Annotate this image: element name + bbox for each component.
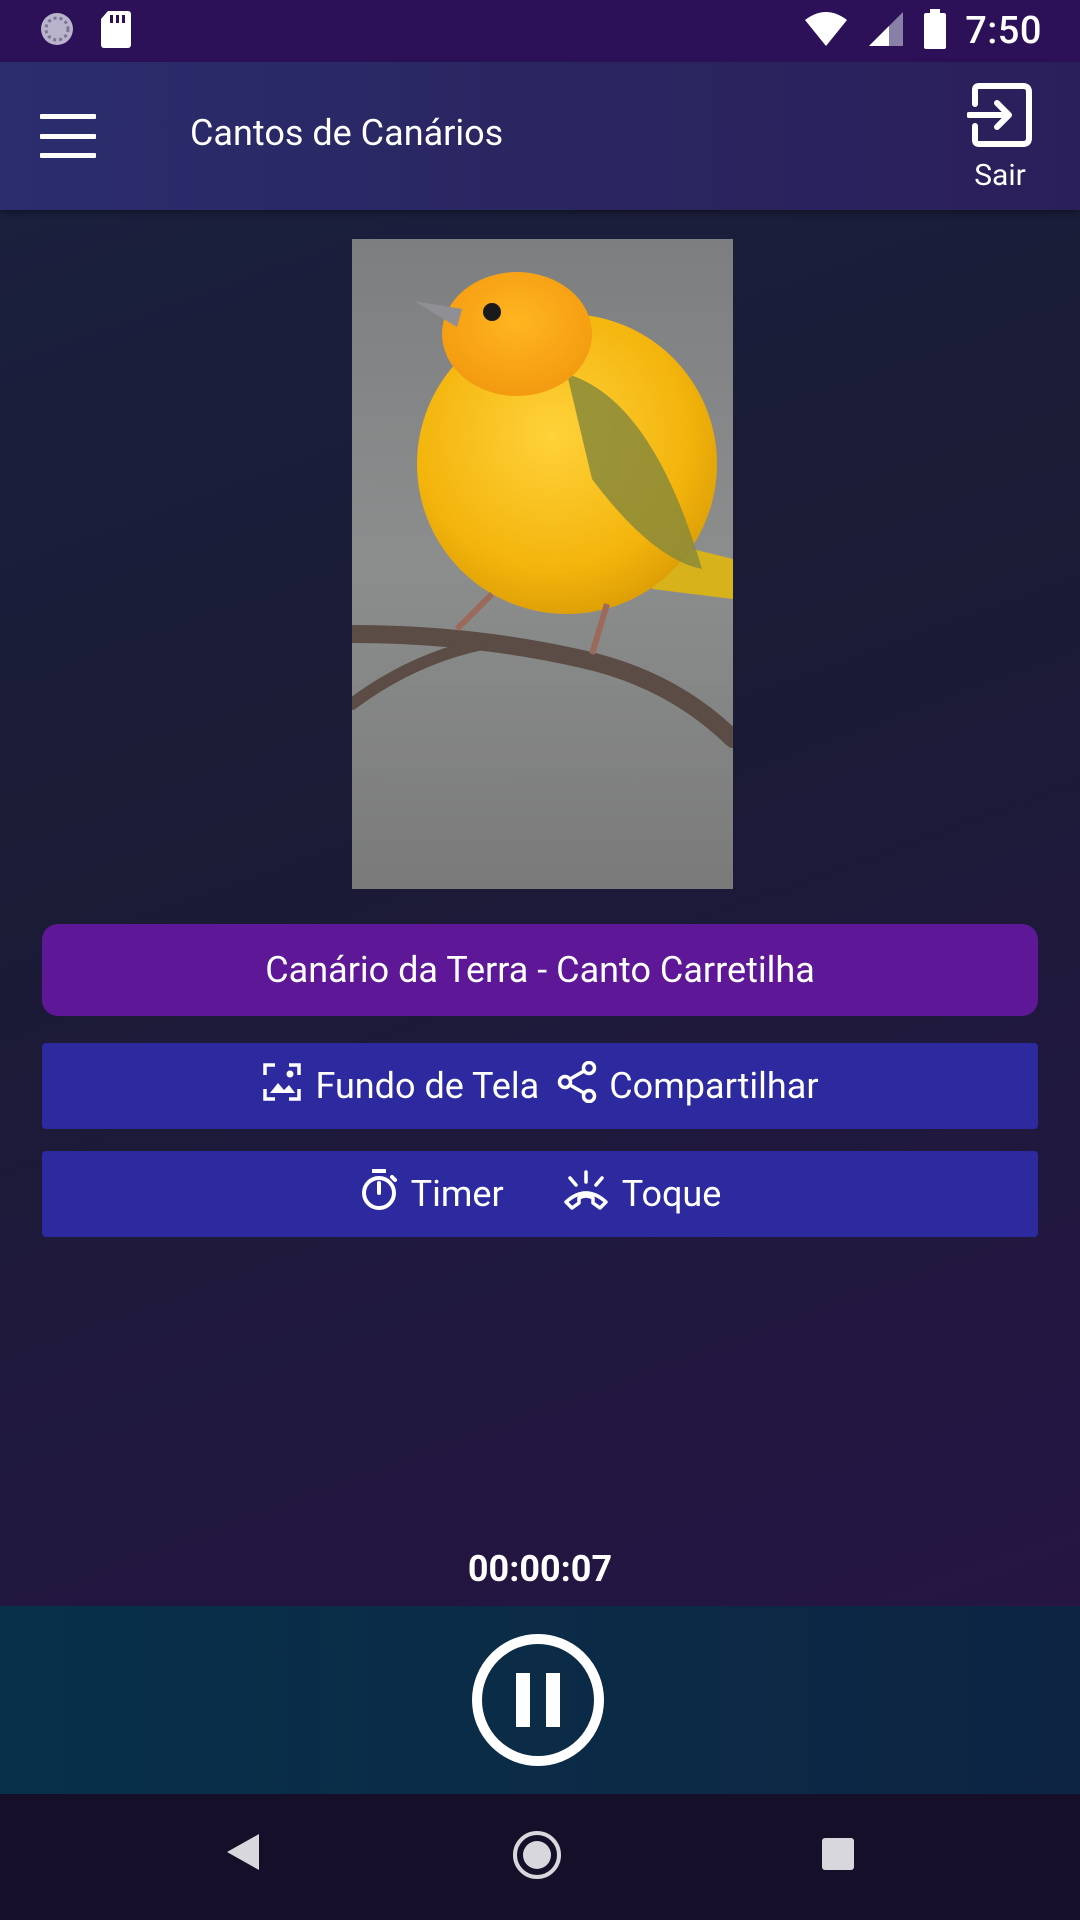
ringing-phone-icon (562, 1169, 610, 1219)
status-bar: 7:50 (0, 0, 1080, 62)
home-icon[interactable] (512, 1830, 562, 1884)
actions-row-wallpaper-share: Fundo de Tela Compartilhar (42, 1043, 1038, 1129)
ringtone-button[interactable]: Toque (562, 1169, 722, 1219)
bird-image (352, 239, 733, 889)
elapsed-time: 00:00:07 (467, 1548, 613, 1590)
sd-card-icon (100, 10, 132, 52)
exit-button[interactable]: Sair (960, 82, 1040, 202)
battery-icon (923, 9, 947, 53)
pause-icon (516, 1673, 530, 1727)
share-label: Compartilhar (609, 1065, 819, 1107)
song-title-button[interactable]: Canário da Terra - Canto Carretilha (42, 924, 1038, 1016)
menu-icon[interactable] (40, 114, 96, 158)
wallpaper-icon (261, 1061, 303, 1112)
player-bar (0, 1606, 1080, 1794)
timer-label: Timer (410, 1173, 504, 1215)
share-icon (557, 1060, 597, 1112)
system-nav-bar (0, 1794, 1080, 1920)
sync-icon (38, 10, 76, 52)
pause-button[interactable] (472, 1634, 604, 1766)
share-button[interactable]: Compartilhar (557, 1060, 819, 1112)
back-icon[interactable] (225, 1832, 261, 1876)
app-title: Cantos de Canários (190, 112, 504, 154)
exit-icon (966, 82, 1033, 152)
signal-icon (867, 10, 905, 52)
timer-button[interactable]: Timer (359, 1168, 504, 1221)
wallpaper-label: Fundo de Tela (315, 1065, 540, 1107)
exit-label: Sair (974, 158, 1026, 193)
clock: 7:50 (965, 9, 1042, 53)
app-toolbar: Cantos de Canários Sair (0, 62, 1080, 210)
wifi-icon (803, 10, 849, 52)
ringtone-label: Toque (621, 1173, 722, 1215)
wallpaper-button[interactable]: Fundo de Tela (261, 1061, 539, 1112)
actions-row-timer-ringtone: Timer Toque (42, 1151, 1038, 1237)
recent-apps-icon[interactable] (822, 1838, 854, 1870)
timer-icon (359, 1168, 399, 1221)
